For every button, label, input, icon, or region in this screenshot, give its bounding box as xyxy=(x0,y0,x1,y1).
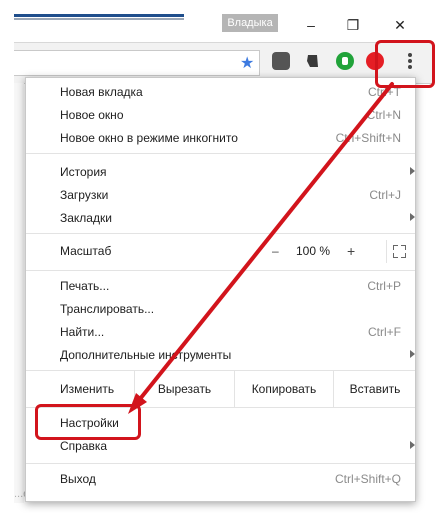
annotation-arrow xyxy=(128,82,394,414)
